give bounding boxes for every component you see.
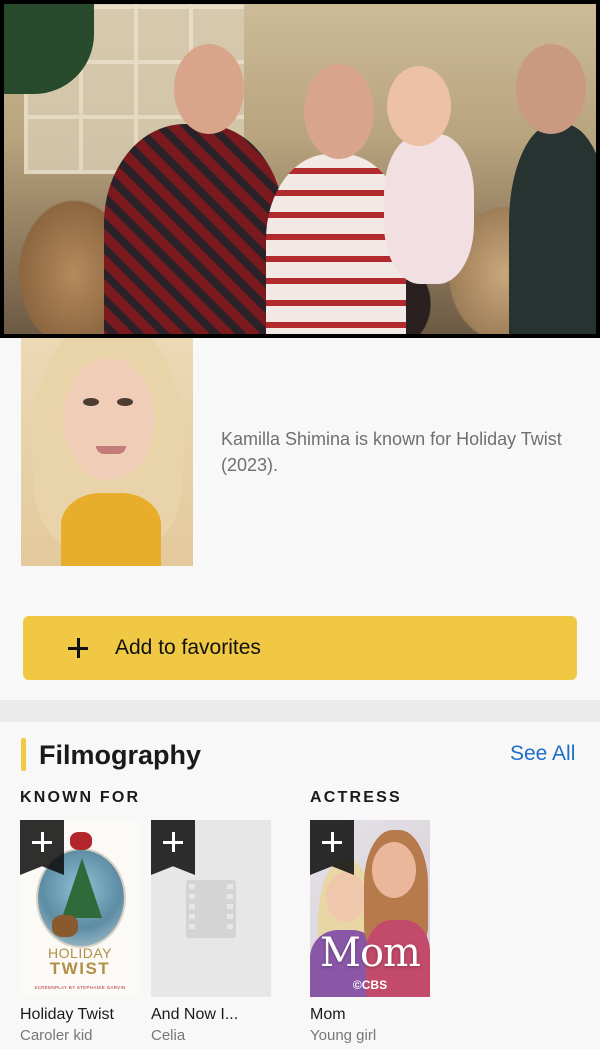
film-role: Celia	[151, 1027, 186, 1044]
poster-title: Mom	[320, 930, 421, 976]
add-to-favorites-button[interactable]: Add to favorites	[23, 616, 577, 680]
film-title[interactable]: And Now I...	[151, 1006, 271, 1024]
add-to-favorites-label: Add to favorites	[115, 636, 261, 659]
hero-person	[509, 124, 596, 334]
hero-person-head	[516, 44, 586, 134]
hero-person-head	[174, 44, 244, 134]
poster-person-face	[372, 842, 416, 898]
film-poster[interactable]: HOLIDAY TWIST SCREENPLAY BY STEPHANIE GA…	[20, 820, 140, 997]
poster-title-line2: TWIST	[49, 959, 111, 978]
hero-person-head	[304, 64, 374, 159]
add-to-watchlist-button[interactable]	[20, 820, 64, 875]
profile-bio: Kamilla Shimina is known for Holiday Twi…	[221, 429, 562, 475]
section-divider	[0, 700, 600, 722]
poster-credit: SCREENPLAY BY STEPHANIE GARVIN	[34, 985, 126, 990]
film-title[interactable]: Holiday Twist	[20, 1006, 140, 1024]
headshot-shirt	[61, 493, 161, 566]
hero-video[interactable]	[0, 0, 600, 338]
headshot-eye	[83, 398, 99, 406]
plus-icon	[67, 637, 89, 659]
film-poster[interactable]: Mom ©CBS	[310, 820, 430, 997]
see-all-link[interactable]: See All	[510, 742, 575, 766]
profile-headshot[interactable]	[21, 338, 193, 566]
known-for-heading: KNOWN FOR	[20, 789, 141, 806]
film-role: Caroler kid	[20, 1027, 93, 1044]
poster-bow	[70, 832, 92, 850]
poster-dog	[52, 915, 78, 937]
film-role: Young girl	[310, 1027, 377, 1044]
hero-image	[4, 4, 596, 334]
filmography-title: Filmography	[39, 740, 202, 770]
film-card-holiday-twist[interactable]: HOLIDAY TWIST SCREENPLAY BY STEPHANIE GA…	[20, 820, 140, 1044]
add-to-watchlist-button[interactable]	[151, 820, 195, 875]
headshot-face	[63, 358, 155, 480]
film-reel-icon	[186, 880, 236, 938]
plus-icon	[322, 832, 342, 852]
film-card-mom[interactable]: Mom ©CBS Mom Young girl	[310, 820, 430, 1044]
section-accent-bar	[21, 738, 26, 771]
poster-network-logo: ©CBS	[352, 978, 388, 992]
plus-icon	[163, 832, 183, 852]
plus-icon	[32, 832, 52, 852]
actress-heading: ACTRESS	[310, 789, 402, 806]
film-poster-placeholder[interactable]	[151, 820, 271, 997]
poster-tree	[62, 858, 102, 918]
hero-person-head	[387, 66, 451, 146]
film-card-and-now-i[interactable]: And Now I... Celia	[151, 820, 271, 1044]
hero-person	[104, 124, 284, 334]
headshot-eye	[117, 398, 133, 406]
hero-person	[384, 134, 474, 284]
headshot-mouth	[96, 446, 126, 454]
poster-person-face	[326, 872, 366, 922]
film-title[interactable]: Mom	[310, 1006, 430, 1024]
